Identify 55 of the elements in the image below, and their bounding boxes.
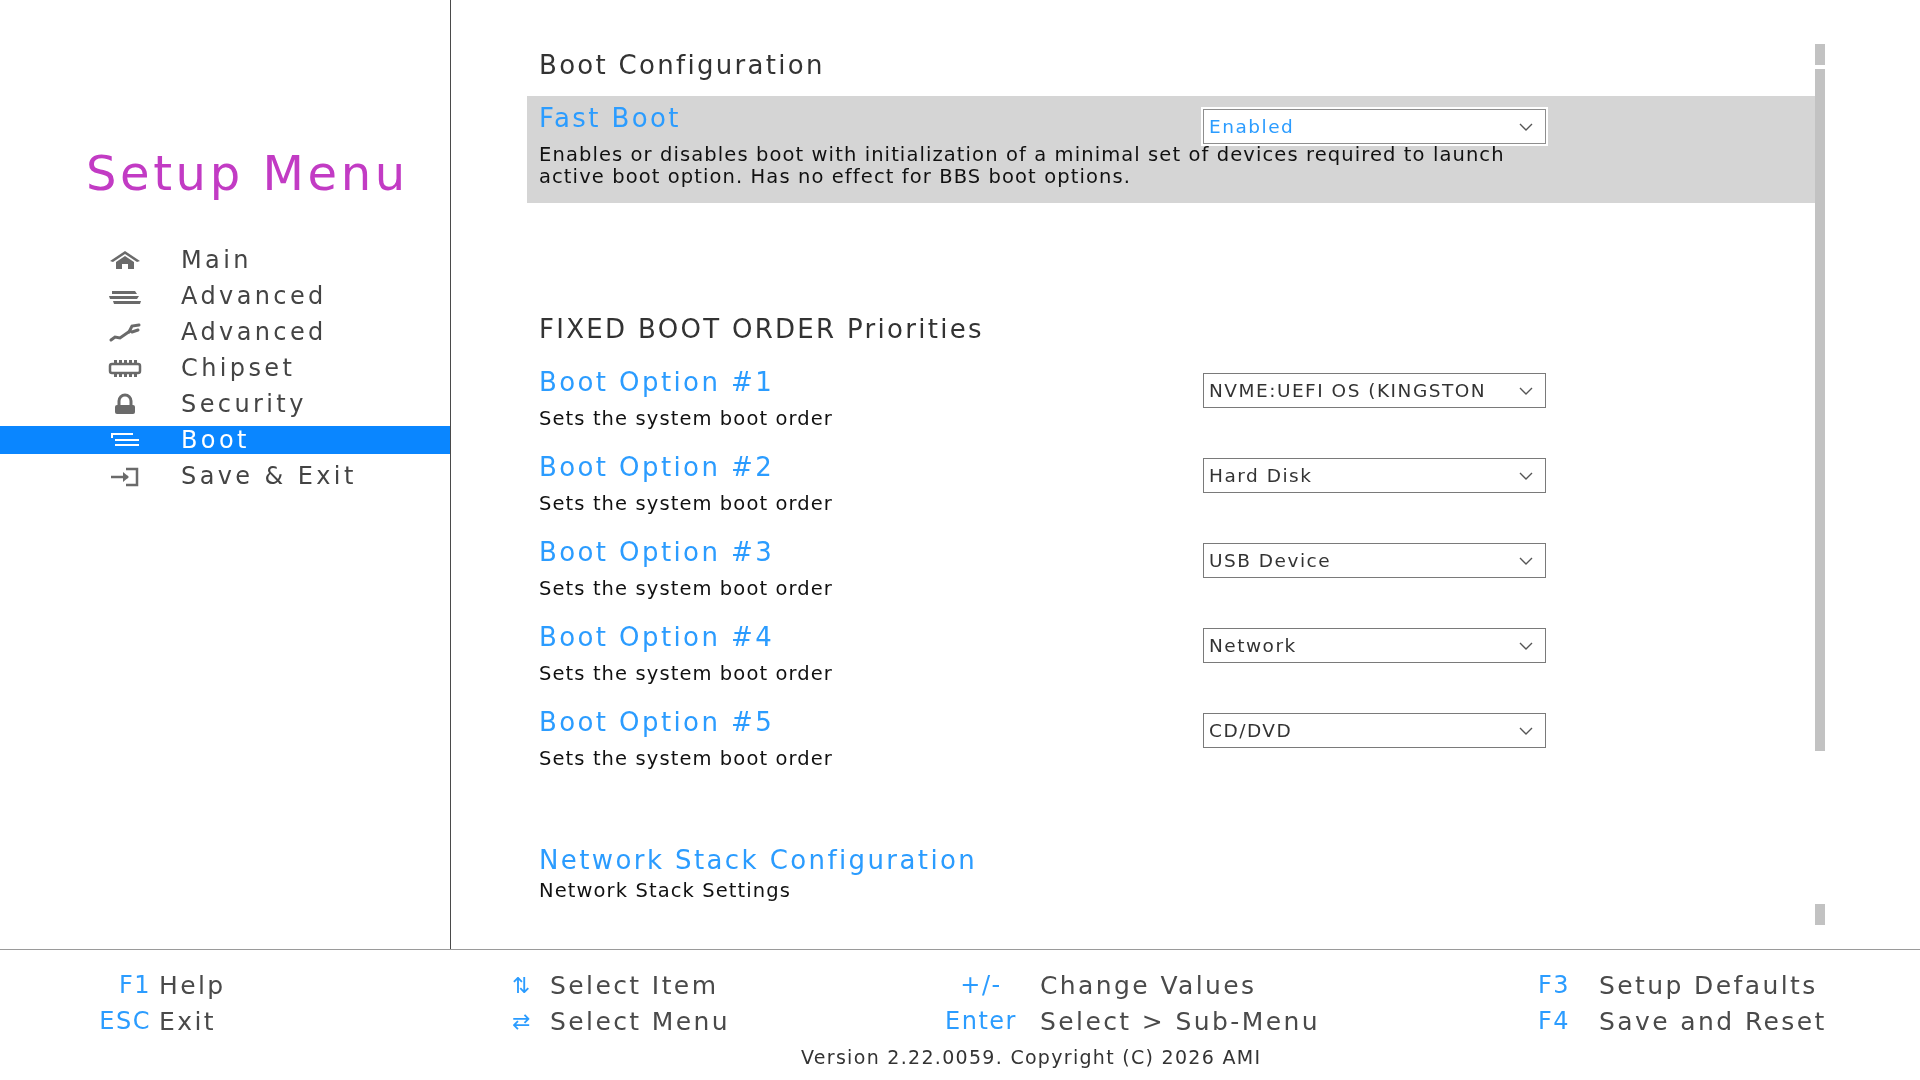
chevron-down-icon <box>1519 726 1533 735</box>
shortcut-label: Help <box>159 970 226 1000</box>
shortcut-label: Select > Sub-Menu <box>1040 1006 1320 1036</box>
shortcut-label: Exit <box>159 1006 216 1036</box>
chevron-down-icon <box>1519 386 1533 395</box>
menu-item[interactable]: Chipset <box>0 354 450 382</box>
help-text: Network Stack Settings <box>539 880 792 902</box>
wrench-icon <box>108 321 142 343</box>
menu-item[interactable]: Advanced <box>0 318 450 346</box>
setting-label: Fast Boot <box>539 102 682 134</box>
version-text: Version 2.22.0059. Copyright (C) 2026 AMI <box>800 1045 1263 1070</box>
shortcut-key: F4 <box>1538 1007 1588 1035</box>
shortcut-key: F1 <box>95 971 151 999</box>
dropdown[interactable]: CD/DVD <box>1203 713 1546 748</box>
dropdown[interactable]: Network <box>1203 628 1546 663</box>
menu-item[interactable]: Main <box>0 246 450 274</box>
help-text: Sets the system boot order <box>539 408 834 430</box>
menu-item[interactable]: Save & Exit <box>0 462 450 490</box>
help-text: Sets the system boot order <box>539 578 834 600</box>
help-text: Sets the system boot order <box>539 748 834 770</box>
shortcut-label: Save and Reset <box>1599 1006 1827 1036</box>
shortcut-label: Change Values <box>1040 970 1257 1000</box>
help-text: Enables or disables boot with initialization of a minimal set of devices required to launch active boot option. Has no effect for BBS boot options. <box>539 144 1506 188</box>
shortcut-key: +/- <box>939 971 1023 999</box>
menu-item[interactable]: Boot <box>0 426 450 454</box>
setting-label: Boot Option #5 <box>539 706 776 738</box>
dropdown[interactable]: USB Device <box>1203 543 1546 578</box>
setup-menu-title: Setup Menu <box>85 144 410 203</box>
dropdown[interactable]: NVME:UEFI OS (KINGSTON <box>1203 373 1546 408</box>
chevron-down-icon <box>1519 122 1533 131</box>
help-text: Sets the system boot order <box>539 493 834 515</box>
chevron-down-icon <box>1519 641 1533 650</box>
menu-item[interactable]: Security <box>0 390 450 418</box>
shortcut-key: ESC <box>95 1007 151 1035</box>
dropdown[interactable]: Hard Disk <box>1203 458 1546 493</box>
menu-item[interactable]: Advanced <box>0 282 450 310</box>
setting-label: Boot Option #2 <box>539 451 776 483</box>
section-heading: FIXED BOOT ORDER Priorities <box>538 313 985 346</box>
chevron-down-icon <box>1519 471 1533 480</box>
shortcut-key: F3 <box>1538 971 1588 999</box>
shortcut-key: Enter <box>939 1007 1023 1035</box>
shortcut-label: Setup Defaults <box>1599 970 1818 1000</box>
shortcut-label: Select Item <box>550 970 719 1000</box>
setting-label: Boot Option #1 <box>539 366 776 398</box>
shortcut-label: Select Menu <box>550 1006 731 1036</box>
scrollbar[interactable] <box>1815 44 1825 925</box>
shortcut-key: ⇅ <box>507 972 537 998</box>
house-icon <box>108 249 142 271</box>
section-heading: Boot Configuration <box>538 49 826 82</box>
memory-module-icon <box>108 357 142 379</box>
help-text: Sets the system boot order <box>539 663 834 685</box>
chevron-down-icon <box>1519 556 1533 565</box>
setting-label: Boot Option #3 <box>539 536 776 568</box>
setting-label: Boot Option #4 <box>539 621 776 653</box>
shortcut-key: ⇄ <box>507 1008 537 1034</box>
